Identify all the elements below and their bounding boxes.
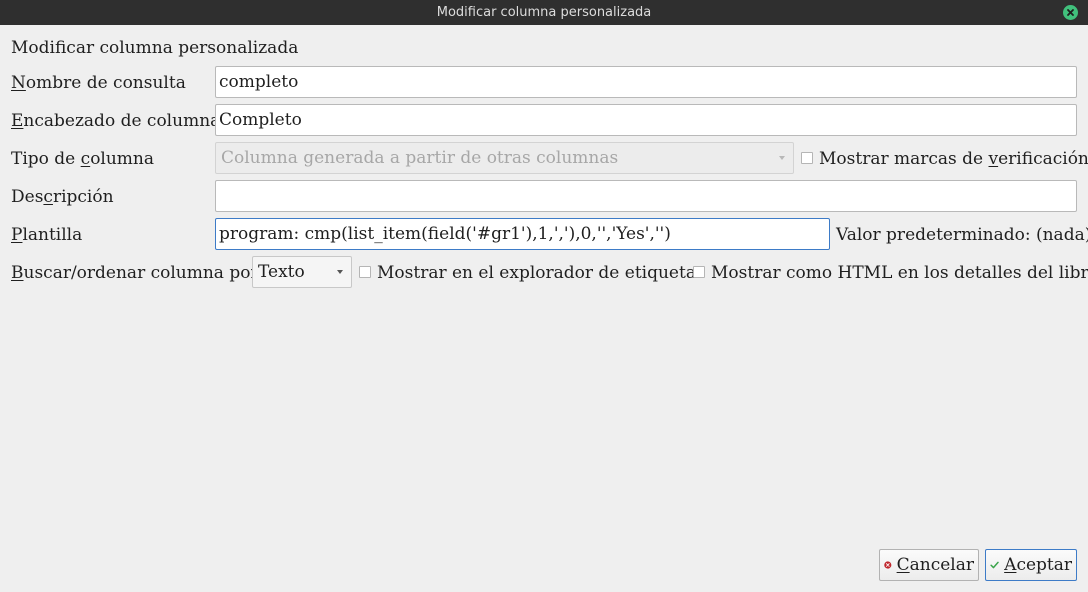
column-heading-input[interactable]: Completo [215, 104, 1077, 136]
show-checkmarks-checkbox[interactable] [801, 152, 813, 164]
window-title: Modificar columna personalizada [436, 5, 652, 20]
column-type-label: Tipo de columna [11, 149, 155, 169]
template-label: Plantilla [11, 225, 83, 245]
cancel-button-label: Cancelar [896, 555, 974, 575]
chevron-down-icon [337, 270, 343, 274]
close-window-button[interactable] [1063, 5, 1078, 20]
show-as-html-label: Mostrar como HTML en los detalles del li… [711, 263, 1088, 283]
show-in-tag-browser-label: Mostrar en el explorador de etiquetas [377, 263, 705, 283]
checkmark-icon [990, 561, 999, 569]
column-heading-label: Encabezado de columna [11, 111, 221, 131]
template-input[interactable]: program: cmp(list_item(field('#gr1'),1,'… [215, 218, 830, 250]
show-as-html-checkbox[interactable] [693, 266, 705, 278]
show-in-tag-browser-checkbox[interactable] [359, 266, 371, 278]
cancel-icon [884, 561, 892, 569]
default-value-label: Valor predeterminado: (nada) [836, 225, 1088, 245]
cancel-button[interactable]: Cancelar [879, 549, 979, 581]
sort-by-label: Buscar/ordenar columna por [11, 263, 259, 283]
window-titlebar: Modificar columna personalizada [0, 0, 1088, 25]
ok-button[interactable]: Aceptar [985, 549, 1077, 581]
ok-button-label: Aceptar [1004, 555, 1072, 575]
chevron-down-icon [779, 156, 785, 160]
show-checkmarks-label: Mostrar marcas de verificación [819, 149, 1088, 169]
dialog-heading: Modificar columna personalizada [11, 38, 299, 58]
description-label: Descripción [11, 187, 114, 207]
close-icon [1067, 9, 1074, 16]
description-input[interactable] [215, 180, 1077, 212]
sort-by-select[interactable]: Texto [252, 256, 352, 288]
lookup-name-label: Nombre de consulta [11, 73, 186, 93]
column-type-select[interactable]: Columna generada a partir de otras colum… [215, 142, 794, 174]
lookup-name-input[interactable]: completo [215, 66, 1077, 98]
